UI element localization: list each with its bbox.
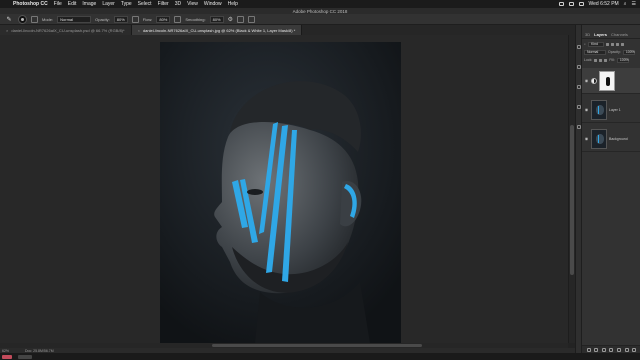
lock-row: Lock: Fill: 100% bbox=[584, 57, 639, 63]
canvas-workspace[interactable] bbox=[0, 35, 568, 343]
eye-icon[interactable]: ◉ bbox=[584, 136, 589, 141]
tab-layers[interactable]: Layers bbox=[594, 32, 607, 37]
tab-3d[interactable]: 3D bbox=[585, 32, 590, 37]
flow-label: Flow: bbox=[142, 16, 153, 22]
brush-tool-icon[interactable]: ✎ bbox=[4, 15, 14, 23]
filter-shape-icon[interactable] bbox=[620, 42, 624, 46]
menu-file[interactable]: File bbox=[54, 1, 62, 7]
opacity-label: Opacity: bbox=[95, 16, 110, 22]
mode-label: Mode: bbox=[42, 16, 54, 22]
menu-bar: Photoshop CC File Edit Image Layer Type … bbox=[0, 0, 640, 8]
filter-pixel-icon[interactable] bbox=[605, 42, 609, 46]
add-mask-icon[interactable] bbox=[601, 347, 606, 352]
blend-row: Normal Opacity: 100% bbox=[584, 49, 639, 55]
opacity-field[interactable]: 80% bbox=[113, 15, 128, 23]
close-icon[interactable]: × bbox=[6, 28, 8, 33]
tab-label: daniel-lincoln-NR7626aIX_CU-unsplash.psd… bbox=[11, 27, 125, 33]
layer-name: Background bbox=[609, 136, 628, 141]
search-icon: ⌕ bbox=[584, 42, 586, 46]
pressure-size-icon[interactable] bbox=[236, 15, 244, 23]
menu-type[interactable]: Type bbox=[121, 1, 132, 7]
new-adjustment-icon[interactable] bbox=[609, 347, 614, 352]
app-menu[interactable]: Photoshop CC bbox=[13, 1, 48, 7]
eye-icon[interactable]: ◉ bbox=[584, 78, 589, 83]
mode-select[interactable]: Normal bbox=[57, 15, 92, 23]
brush-preset-picker[interactable] bbox=[18, 14, 27, 24]
portrait-photo bbox=[160, 42, 401, 343]
layer-background[interactable]: ◉ Background bbox=[582, 126, 640, 152]
wifi-icon[interactable] bbox=[568, 2, 574, 6]
scroll-thumb[interactable] bbox=[570, 125, 574, 275]
layer-1[interactable]: ◉ Layer 1 bbox=[582, 97, 640, 123]
pressure-opacity-icon[interactable] bbox=[131, 15, 139, 23]
tab-label: daniel-lincoln-NR7626aIX_CU-unsplash.jpg… bbox=[142, 27, 296, 33]
menu-3d[interactable]: 3D bbox=[175, 1, 181, 7]
menu-list-icon[interactable]: ☰ bbox=[632, 1, 636, 7]
dock-app-icon[interactable] bbox=[18, 354, 32, 359]
gear-icon[interactable]: ⚙ bbox=[228, 16, 233, 23]
layer-mask-thumbnail[interactable] bbox=[599, 70, 615, 91]
layer-black-white-adjustment[interactable]: ◉ bbox=[582, 68, 640, 94]
options-bar: ✎ Mode: Normal Opacity: 80% Flow: 80% Sm… bbox=[0, 14, 640, 25]
menu-edit[interactable]: Edit bbox=[68, 1, 77, 7]
layer-opacity-field[interactable]: 100% bbox=[622, 49, 635, 55]
layer-thumbnail bbox=[591, 99, 607, 120]
scroll-thumb[interactable] bbox=[212, 344, 422, 347]
layer-filter-row: ⌕ Kind bbox=[584, 41, 639, 47]
symmetry-icon[interactable] bbox=[247, 15, 255, 23]
document-tabs: × daniel-lincoln-NR7626aIX_CU-unsplash.p… bbox=[0, 25, 575, 35]
panel-tabs: 3D Layers Channels bbox=[582, 31, 640, 39]
trash-icon[interactable] bbox=[632, 347, 637, 352]
menu-window[interactable]: Window bbox=[204, 1, 222, 7]
menu-layer[interactable]: Layer bbox=[102, 1, 115, 7]
link-layers-icon[interactable] bbox=[586, 347, 591, 352]
tab-jpg-document[interactable]: × daniel-lincoln-NR7626aIX_CU-unsplash.j… bbox=[131, 25, 303, 35]
opacity-label: Opacity: bbox=[608, 50, 621, 54]
brush-settings-icon[interactable] bbox=[31, 15, 38, 23]
dock bbox=[0, 353, 640, 360]
new-group-icon[interactable] bbox=[617, 347, 622, 352]
smoothing-label: Smoothing: bbox=[185, 16, 206, 22]
menu-filter[interactable]: Filter bbox=[158, 1, 169, 7]
layers-panel: 3D Layers Channels ⌕ Kind Normal Opacity… bbox=[581, 25, 640, 353]
flow-field[interactable]: 80% bbox=[156, 15, 171, 23]
menu-help[interactable]: Help bbox=[228, 1, 238, 7]
lock-position-icon[interactable] bbox=[599, 58, 603, 62]
close-icon[interactable]: × bbox=[138, 28, 140, 33]
tab-psd-document[interactable]: × daniel-lincoln-NR7626aIX_CU-unsplash.p… bbox=[0, 25, 132, 35]
layer-thumbnail bbox=[591, 128, 607, 149]
filter-adjustment-icon[interactable] bbox=[610, 42, 614, 46]
eye-icon[interactable]: ◉ bbox=[584, 107, 589, 112]
adjustment-layer-icon bbox=[591, 77, 597, 84]
dock-app-icon[interactable] bbox=[2, 354, 12, 359]
window-title: Adobe Photoshop CC 2018 bbox=[292, 8, 348, 14]
new-layer-icon[interactable] bbox=[624, 347, 629, 352]
blend-mode-select[interactable]: Normal bbox=[584, 49, 606, 55]
filter-type-icon[interactable] bbox=[615, 42, 619, 46]
airbrush-icon[interactable] bbox=[174, 15, 182, 23]
menu-select[interactable]: Select bbox=[138, 1, 152, 7]
search-icon[interactable]: ⌕ bbox=[624, 1, 627, 7]
smoothing-field[interactable]: 80% bbox=[209, 15, 224, 23]
zoom-level[interactable]: 62% bbox=[2, 349, 9, 353]
menu-view[interactable]: View bbox=[187, 1, 198, 7]
fx-icon[interactable] bbox=[594, 347, 599, 352]
vertical-scrollbar[interactable] bbox=[568, 35, 575, 343]
fill-label: Fill: bbox=[609, 58, 615, 62]
lock-pixels-icon[interactable] bbox=[594, 58, 598, 62]
lock-label: Lock: bbox=[584, 58, 593, 62]
filter-kind-select[interactable]: Kind bbox=[587, 41, 604, 47]
layer-name: Layer 1 bbox=[609, 107, 621, 112]
status-area: Wed 6:52 PM ⌕ ☰ bbox=[558, 1, 636, 7]
layers-panel-footer bbox=[582, 345, 640, 353]
battery-icon[interactable] bbox=[558, 2, 564, 6]
volume-icon[interactable] bbox=[578, 2, 584, 6]
fill-field[interactable]: 100% bbox=[616, 57, 629, 63]
doc-size[interactable]: Doc: 25.8M/56.7M bbox=[25, 349, 54, 353]
menu-image[interactable]: Image bbox=[82, 1, 96, 7]
lock-all-icon[interactable] bbox=[604, 58, 608, 62]
tab-channels[interactable]: Channels bbox=[611, 32, 628, 37]
document-canvas[interactable] bbox=[160, 42, 401, 343]
clock[interactable]: Wed 6:52 PM bbox=[589, 1, 619, 7]
